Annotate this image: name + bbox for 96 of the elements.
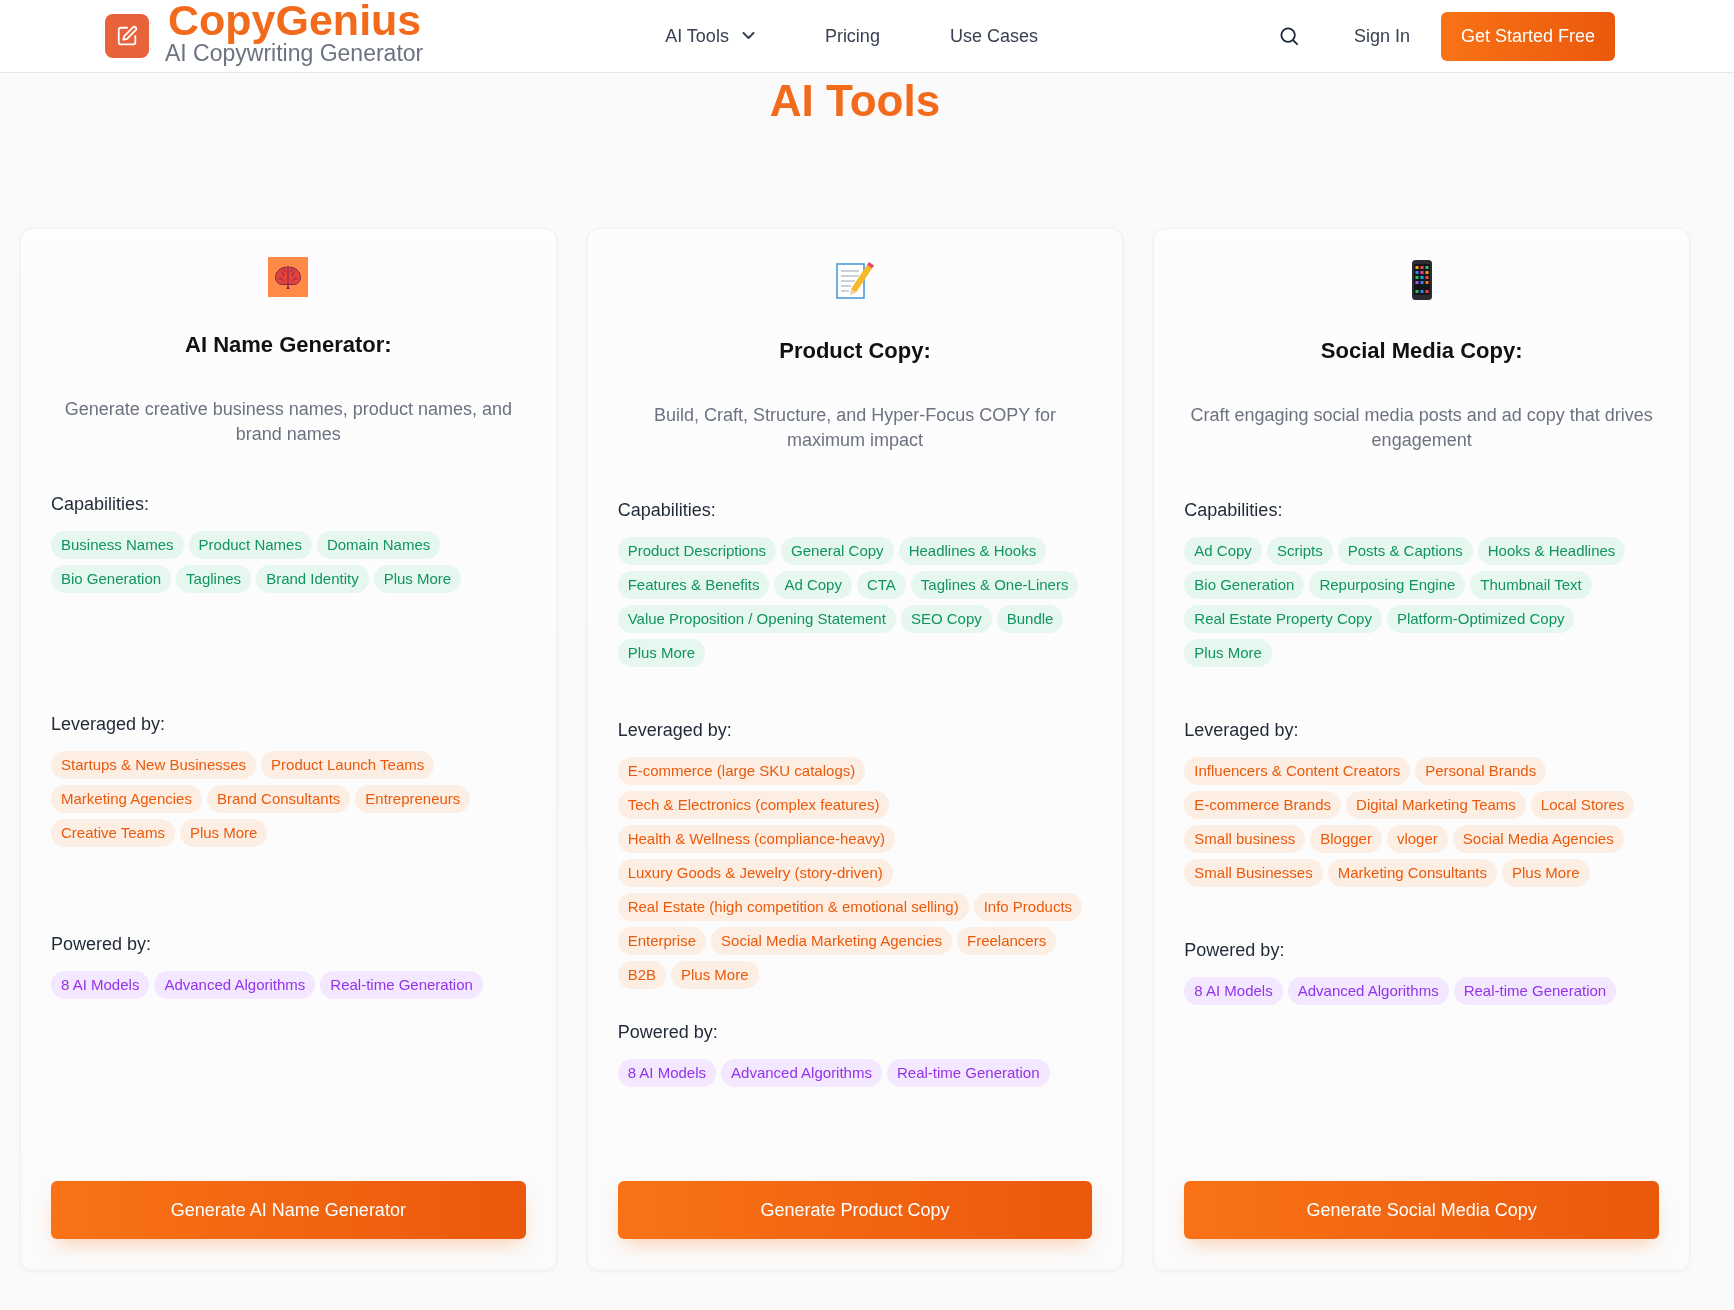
capability-chip: Domain Names <box>316 531 441 559</box>
capability-chip: Real Estate Property Copy <box>1184 605 1382 633</box>
generate-button[interactable]: Generate AI Name Generator <box>51 1181 526 1239</box>
technology-chip: Real-time Generation <box>886 1059 1050 1087</box>
card-title: Product Copy: <box>778 337 932 365</box>
card-title: Social Media Copy: <box>1319 337 1524 365</box>
nav-link[interactable]: Use Cases <box>949 24 1038 48</box>
audience-chip: Plus More <box>1501 859 1590 887</box>
generate-button[interactable]: Generate Social Media Copy <box>1184 1181 1659 1239</box>
audience-chip: Startups & New Businesses <box>51 751 257 779</box>
memo-pencil-icon <box>834 259 876 301</box>
nav-link[interactable]: Pricing <box>824 24 880 48</box>
capability-chip: Bundle <box>996 605 1064 633</box>
technology-chip: Real-time Generation <box>1453 977 1617 1005</box>
audience-chip: Plus More <box>179 819 268 847</box>
card-description: Build, Craft, Structure, and Hyper-Focus COPY for maximum impact <box>653 404 1057 452</box>
audience-chip: Social Media Marketing Agencies <box>711 927 952 955</box>
card-title: AI Name Generator: <box>184 331 393 359</box>
nav-link[interactable]: AI Tools <box>665 24 755 48</box>
capability-chip: Taglines <box>176 565 252 593</box>
capability-chip: Posts & Captions <box>1337 537 1473 565</box>
capability-chip: Value Proposition / Opening Statement <box>617 605 896 633</box>
section-label: Capabilities: <box>617 499 717 522</box>
audience-chip: Small business <box>1184 825 1306 853</box>
capability-chip: Bio Generation <box>1184 571 1305 599</box>
chevron-down-icon <box>741 32 755 40</box>
audience-chip: Plus More <box>671 961 759 989</box>
card-description: Generate creative business names, product names, and brand names <box>63 398 513 446</box>
capability-chip: Hooks & Headlines <box>1477 537 1626 565</box>
capability-chip: CTA <box>856 571 906 599</box>
audience-chip: Luxury Goods & Jewelry (story-driven) <box>617 859 893 887</box>
card-description: Craft engaging social media posts and ad copy that drives engagement <box>1189 404 1654 452</box>
audience-chip: Brand Consultants <box>206 785 351 813</box>
section-label: Powered by: <box>617 1021 719 1044</box>
audience-chip: Enterprise <box>617 927 707 955</box>
capability-chip: General Copy <box>781 537 894 565</box>
audience-chip: Product Launch Teams <box>261 751 435 779</box>
technology-chip: Advanced Algorithms <box>721 1059 882 1087</box>
capability-chip: Features & Benefits <box>617 571 770 599</box>
capability-chip: Plus More <box>1184 639 1272 667</box>
audience-chip: Creative Teams <box>51 819 175 847</box>
sign-in-button[interactable]: Sign In <box>1353 24 1410 48</box>
audience-chip: Local Stores <box>1530 791 1635 819</box>
capability-chip: Thumbnail Text <box>1470 571 1592 599</box>
audience-chip: vloger <box>1386 825 1448 853</box>
audience-chip: Marketing Consultants <box>1327 859 1497 887</box>
audience-chip: E-commerce Brands <box>1184 791 1342 819</box>
capability-chip: Plus More <box>373 565 462 593</box>
technology-chip: 8 AI Models <box>617 1059 717 1087</box>
audience-chip: Marketing Agencies <box>51 785 202 813</box>
page-title: AI Tools <box>768 75 942 127</box>
audience-chip: Info Products <box>973 893 1083 921</box>
generate-button[interactable]: Generate Product Copy <box>617 1181 1093 1239</box>
audience-chip: Real Estate (high competition & emotional selling) <box>617 893 969 921</box>
section-label: Leveraged by: <box>617 719 733 742</box>
audience-chip: Freelancers <box>957 927 1057 955</box>
capability-chip: Product Names <box>188 531 312 559</box>
capability-chip: Brand Identity <box>256 565 369 593</box>
capability-chip: Plus More <box>617 639 706 667</box>
audience-chip: Social Media Agencies <box>1452 825 1624 853</box>
technology-chip: Real-time Generation <box>320 971 483 999</box>
section-label: Powered by: <box>1184 939 1286 962</box>
audience-chip: Blogger <box>1310 825 1382 853</box>
capability-chip: Ad Copy <box>1184 537 1262 565</box>
capability-chip: Product Descriptions <box>617 537 777 565</box>
capability-chip: Headlines & Hooks <box>898 537 1047 565</box>
section-label: Leveraged by: <box>1184 719 1300 742</box>
section-label: Capabilities: <box>1184 499 1284 522</box>
technology-chip: 8 AI Models <box>51 971 150 999</box>
technology-chip: Advanced Algorithms <box>1287 977 1449 1005</box>
capability-chip: Taglines & One-Liners <box>910 571 1079 599</box>
audience-chip: E-commerce (large SKU catalogs) <box>617 757 866 785</box>
logo-pencil-square-icon[interactable] <box>105 14 149 58</box>
capability-chip: Scripts <box>1266 537 1333 565</box>
audience-chip: Influencers & Content Creators <box>1184 757 1411 785</box>
capability-chip: Ad Copy <box>774 571 852 599</box>
audience-chip: Digital Marketing Teams <box>1346 791 1526 819</box>
audience-chip: Tech & Electronics (complex features) <box>617 791 890 819</box>
technology-chip: Advanced Algorithms <box>154 971 316 999</box>
audience-chip: Health & Wellness (compliance-heavy) <box>617 825 895 853</box>
section-label: Leveraged by: <box>51 713 167 736</box>
capability-chip: Repurposing Engine <box>1309 571 1466 599</box>
brain-icon <box>268 257 309 297</box>
get-started-button[interactable]: Get Started Free <box>1440 11 1615 61</box>
search-icon[interactable] <box>1279 27 1298 45</box>
audience-chip: Personal Brands <box>1415 757 1547 785</box>
technology-chip: 8 AI Models <box>1184 977 1283 1005</box>
section-label: Powered by: <box>51 933 153 956</box>
capability-chip: SEO Copy <box>900 605 992 633</box>
audience-chip: B2B <box>617 961 666 989</box>
audience-chip: Small Businesses <box>1184 859 1323 887</box>
capability-chip: Bio Generation <box>51 565 172 593</box>
capability-chip: Business Names <box>51 531 184 559</box>
capability-chip: Platform-Optimized Copy <box>1386 605 1575 633</box>
audience-chip: Entrepreneurs <box>355 785 471 813</box>
section-label: Capabilities: <box>51 493 151 516</box>
